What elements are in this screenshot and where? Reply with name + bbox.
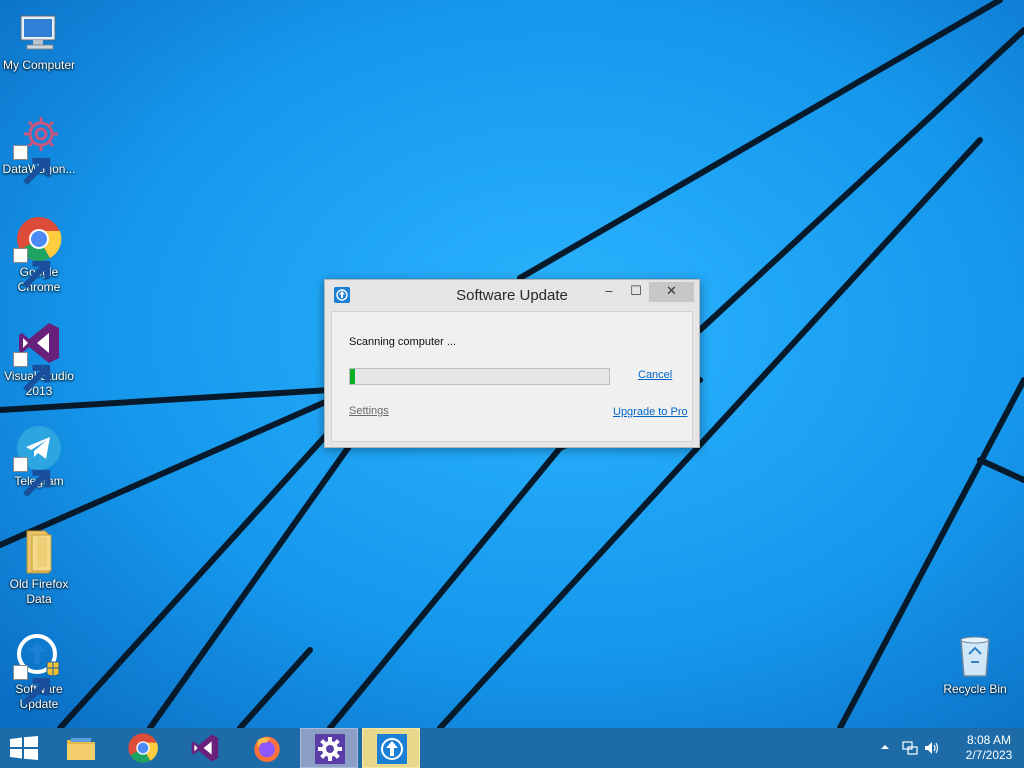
clock-date: 2/7/2023	[965, 748, 1013, 762]
software-update-dialog: Software Update – ☐ ✕ Scanning computer …	[324, 279, 700, 448]
telegram-icon	[13, 424, 63, 498]
desktop-icon-datawagon[interactable]: DataWagon...	[0, 112, 78, 186]
folder-icon	[15, 527, 63, 575]
desktop-icon-google-chrome[interactable]: Google Chrome	[0, 215, 78, 295]
clock[interactable]: 8:08 AM 2/7/2023	[956, 733, 1022, 763]
scan-progress-bar	[349, 368, 610, 385]
shortcut-arrow-icon	[13, 352, 51, 393]
desktop-icon-old-firefox-data[interactable]: Old Firefox Data	[0, 527, 78, 607]
taskbar: 8:08 AM 2/7/2023	[0, 728, 1024, 768]
software-update-icon	[377, 734, 407, 764]
show-hidden-icons-icon[interactable]	[880, 742, 890, 752]
clock-time: 8:08 AM	[966, 733, 1012, 747]
firefox-icon	[254, 736, 280, 762]
dialog-titlebar[interactable]: Software Update – ☐ ✕	[325, 280, 699, 310]
desktop-icon-label: Recycle Bin	[943, 682, 1007, 696]
volume-icon[interactable]	[924, 740, 940, 756]
shortcut-arrow-icon	[13, 457, 51, 498]
status-text: Scanning computer ...	[349, 336, 457, 348]
minimize-button[interactable]: –	[595, 282, 623, 302]
desktop-icon-label: Old Firefox Data	[9, 577, 69, 606]
desktop-icon-software-update[interactable]: Software Update	[0, 632, 78, 712]
recycle-bin-icon	[951, 632, 999, 680]
start-button[interactable]	[8, 736, 40, 760]
progress-fill	[350, 369, 356, 384]
computer-icon	[15, 8, 63, 56]
visual-studio-icon	[13, 319, 63, 393]
cancel-link[interactable]: Cancel	[638, 369, 672, 381]
desktop-icon-my-computer[interactable]: My Computer	[0, 8, 78, 73]
taskbar-software-update[interactable]	[362, 728, 420, 768]
gear-icon	[315, 734, 345, 764]
shortcut-arrow-icon	[13, 248, 51, 289]
software-update-icon	[13, 632, 63, 706]
dialog-content: Scanning computer ... Cancel Settings Up…	[331, 311, 693, 442]
desktop-icon-visual-studio-2013[interactable]: Visual Studio 2013	[0, 319, 78, 399]
taskbar-file-explorer[interactable]	[52, 728, 110, 768]
desktop-icon-telegram[interactable]: Telegram	[0, 424, 78, 498]
upgrade-to-pro-link[interactable]: Upgrade to Pro	[613, 406, 688, 418]
taskbar-visual-studio[interactable]	[176, 728, 234, 768]
desktop-icon-label: My Computer	[2, 58, 76, 72]
visual-studio-icon	[191, 734, 219, 762]
desktop-icon-recycle-bin[interactable]: Recycle Bin	[936, 632, 1014, 697]
shortcut-arrow-icon	[13, 665, 51, 706]
chrome-icon	[128, 733, 158, 763]
taskbar-firefox[interactable]	[238, 728, 296, 768]
shortcut-arrow-icon	[13, 145, 51, 186]
taskbar-google-chrome[interactable]	[114, 728, 172, 768]
gear-cluster-icon	[13, 112, 63, 186]
close-button[interactable]: ✕	[649, 282, 694, 302]
file-explorer-icon	[67, 738, 95, 760]
maximize-button[interactable]: ☐	[623, 282, 649, 302]
network-icon[interactable]	[902, 740, 918, 756]
settings-link[interactable]: Settings	[349, 405, 389, 417]
system-tray: 8:08 AM 2/7/2023	[864, 728, 1024, 768]
taskbar-settings[interactable]	[300, 728, 358, 768]
chrome-icon	[13, 215, 63, 289]
